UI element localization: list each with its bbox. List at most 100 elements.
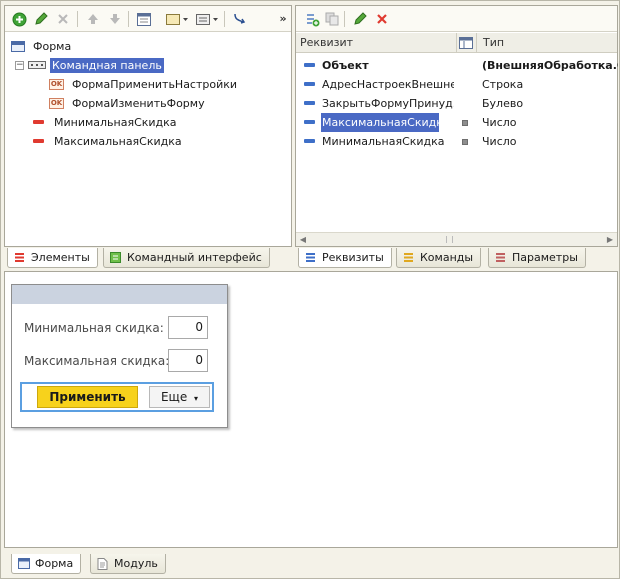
attribute-type: (ВнешняяОбработка.Ск <box>482 59 618 72</box>
tree-item-form[interactable]: Форма <box>11 37 73 55</box>
attribute-name: МаксимальнаяСкидка <box>321 113 439 132</box>
delete-icon[interactable] <box>374 11 390 27</box>
tab-label: Командный интерфейс <box>127 251 262 264</box>
scroll-left-icon[interactable]: ◀ <box>296 233 310 246</box>
checkbox-icon[interactable] <box>462 120 468 126</box>
parameters-tab-icon <box>495 252 506 263</box>
table-row[interactable]: ЗакрытьФормуПринуд... Булево <box>296 94 617 113</box>
attribute-name: Объект <box>322 59 369 72</box>
form-editor-window: » Форма − Командная панель OK ФормаПриме… <box>0 0 620 579</box>
tab-elements[interactable]: Элементы <box>7 248 98 268</box>
form-preview-header <box>12 285 227 304</box>
elements-pane: » Форма − Командная панель OK ФормаПриме… <box>4 5 292 247</box>
attribute-type: Булево <box>482 97 524 110</box>
table-row[interactable]: МинимальнаяСкидка Число <box>296 132 617 151</box>
attributes-toolbar <box>296 6 617 32</box>
tree-item-label: МинимальнаяСкидка <box>54 115 177 129</box>
button-icon: OK <box>49 97 64 109</box>
field-icon <box>33 120 44 124</box>
table-icon <box>459 37 473 49</box>
dropdown-arrow-icon: ▾ <box>194 394 199 403</box>
scroll-thumb[interactable] <box>446 236 453 243</box>
attribute-icon <box>304 120 315 124</box>
max-discount-field[interactable]: 0 <box>168 349 208 372</box>
tab-label: Параметры <box>512 251 578 264</box>
attribute-icon <box>304 63 315 67</box>
form-layout-icon[interactable] <box>136 11 152 27</box>
button-icon: OK <box>49 78 64 90</box>
min-discount-label: Минимальная скидка: <box>24 321 164 335</box>
tab-command-interface[interactable]: Командный интерфейс <box>103 248 270 268</box>
form-preview-area: Минимальная скидка: 0 Максимальная скидк… <box>4 271 618 548</box>
form-icon <box>11 40 25 52</box>
elements-tab-icon <box>14 252 25 263</box>
attribute-type: Число <box>482 135 517 148</box>
elements-toolbar: » <box>5 6 291 32</box>
more-button[interactable]: Еще ▾ <box>149 386 210 408</box>
table-row[interactable]: Объект (ВнешняяОбработка.Ск <box>296 56 618 75</box>
attributes-grid-header: Реквизит Тип <box>296 33 617 53</box>
form-tab-icon <box>18 558 30 569</box>
attributes-pane: Реквизит Тип Объект (ВнешняяОбработка.Ск… <box>295 5 618 247</box>
command-interface-tab-icon <box>110 252 121 263</box>
column-header-name[interactable]: Реквизит <box>300 33 353 53</box>
copy-attribute-icon[interactable] <box>324 11 340 27</box>
tree-item-label: МаксимальнаяСкидка <box>54 134 182 148</box>
column-header-type[interactable]: Тип <box>483 33 504 53</box>
checkbox-icon[interactable] <box>462 139 468 145</box>
tree-item-command-panel[interactable]: − Командная панель <box>15 56 164 74</box>
attribute-type: Число <box>482 116 517 129</box>
tree-item-change-form[interactable]: OK ФормаИзменитьФорму <box>49 94 207 112</box>
attribute-type: Строка <box>482 78 524 91</box>
tree-item-apply-settings[interactable]: OK ФормаПрименитьНастройки <box>49 75 239 93</box>
more-chevron-icon[interactable]: » <box>275 11 291 27</box>
attribute-icon <box>304 82 315 86</box>
tab-label: Реквизиты <box>322 251 384 264</box>
attribute-icon <box>304 101 315 105</box>
tab-attributes[interactable]: Реквизиты <box>298 248 392 268</box>
table-row[interactable]: МаксимальнаяСкидка Число <box>296 113 617 132</box>
attribute-name: АдресНастроекВнешне... <box>322 78 454 91</box>
scroll-right-icon[interactable]: ▶ <box>603 233 617 246</box>
tab-label: Модуль <box>114 557 158 570</box>
max-discount-label: Максимальная скидка: <box>24 354 170 368</box>
attributes-tab-icon <box>305 252 316 263</box>
attribute-name: ЗакрытьФормуПринуд... <box>322 97 454 110</box>
tab-label: Форма <box>35 557 74 570</box>
collapse-icon[interactable]: − <box>15 60 24 70</box>
move-up-icon[interactable] <box>85 11 101 27</box>
min-discount-field[interactable]: 0 <box>168 316 208 339</box>
delete-icon[interactable] <box>55 11 71 27</box>
more-label: Еще <box>160 390 188 404</box>
add-attribute-icon[interactable] <box>304 11 320 27</box>
tree-item-label: ФормаИзменитьФорму <box>72 96 205 110</box>
move-down-icon[interactable] <box>107 11 123 27</box>
command-panel-icon <box>28 61 46 69</box>
tree-item-label: Командная панель <box>50 57 164 73</box>
tab-label: Элементы <box>31 251 90 264</box>
form-preview-card: Минимальная скидка: 0 Максимальная скидк… <box>11 284 228 428</box>
apply-button[interactable]: Применить <box>37 386 138 408</box>
command-bar: Применить Еще ▾ <box>20 382 214 412</box>
module-tab-icon <box>97 558 108 570</box>
edit-pencil-icon[interactable] <box>352 11 368 27</box>
tree-item-label: Форма <box>33 39 72 53</box>
group-dropdown-icon[interactable] <box>165 11 189 27</box>
tab-commands[interactable]: Команды <box>396 248 482 268</box>
columns-dropdown-icon[interactable] <box>195 11 219 27</box>
commands-tab-icon <box>403 252 414 263</box>
tab-parameters[interactable]: Параметры <box>488 248 586 268</box>
horizontal-scrollbar[interactable]: ◀ ▶ <box>296 232 617 246</box>
tree-item-min-discount[interactable]: МинимальнаяСкидка <box>33 113 179 131</box>
move-out-icon[interactable] <box>231 11 247 27</box>
tab-module[interactable]: Модуль <box>90 554 166 574</box>
tree-item-max-discount[interactable]: МаксимальнаяСкидка <box>33 132 184 150</box>
edit-pencil-icon[interactable] <box>33 11 49 27</box>
elements-tree: Форма − Командная панель OK ФормаПримени… <box>5 33 291 246</box>
add-icon[interactable] <box>11 11 27 27</box>
attribute-icon <box>304 139 315 143</box>
attribute-name: МинимальнаяСкидка <box>322 135 445 148</box>
table-row[interactable]: АдресНастроекВнешне... Строка <box>296 75 617 94</box>
tab-form[interactable]: Форма <box>11 554 82 574</box>
tree-item-label: ФормаПрименитьНастройки <box>72 77 238 91</box>
